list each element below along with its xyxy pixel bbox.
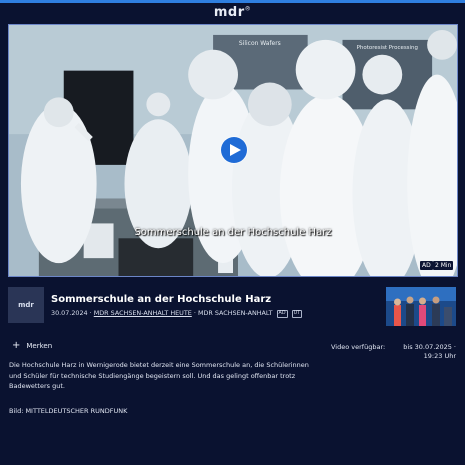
- duration-badge: 2 Min: [433, 261, 454, 270]
- availability-label: Video verfügbar:: [331, 343, 386, 351]
- meta-separator: ·: [193, 309, 196, 317]
- video-subtitle: Sommerschule an der Hochschule Harz: [134, 227, 332, 238]
- plus-icon: +: [12, 340, 21, 351]
- video-title: Sommerschule an der Hochschule Harz: [51, 294, 272, 305]
- video-date: 30.07.2024: [51, 309, 88, 317]
- program-link[interactable]: MDR SACHSEN-ANHALT HEUTE: [94, 309, 192, 317]
- channel-logo: mdr: [8, 287, 44, 323]
- scene-sign-wafers: Silicon Wafers: [239, 40, 281, 47]
- ad-badge: AD: [276, 310, 288, 318]
- availability-value: bis 30.07.2025 · 19:23 Uhr: [403, 343, 456, 360]
- meta-separator: ·: [89, 309, 92, 317]
- image-credit: Bild: MITTELDEUTSCHER RUNDFUNK: [9, 407, 128, 415]
- video-description: Die Hochschule Harz in Wernigerode biete…: [9, 361, 309, 390]
- audio-description-badge: AD: [420, 261, 433, 270]
- video-player[interactable]: Silicon Wafers Photoresist Processing So: [8, 24, 458, 277]
- bookmark-button[interactable]: + Merken: [12, 340, 52, 351]
- channel-name: MDR SACHSEN-ANHALT: [197, 309, 273, 317]
- thumbnail-image: [386, 287, 456, 326]
- bookmark-label: Merken: [26, 341, 53, 350]
- scene-sign-photoresist: Photoresist Processing: [357, 45, 418, 51]
- ut-badge: UT: [291, 310, 303, 318]
- play-button[interactable]: [221, 137, 247, 163]
- video-meta: 30.07.2024 · MDR SACHSEN-ANHALT HEUTE · …: [51, 309, 303, 318]
- mdr-logo[interactable]: mdr®: [0, 5, 465, 20]
- play-icon: [230, 144, 241, 156]
- program-thumbnail[interactable]: [386, 287, 456, 326]
- top-accent-bar: [0, 0, 465, 3]
